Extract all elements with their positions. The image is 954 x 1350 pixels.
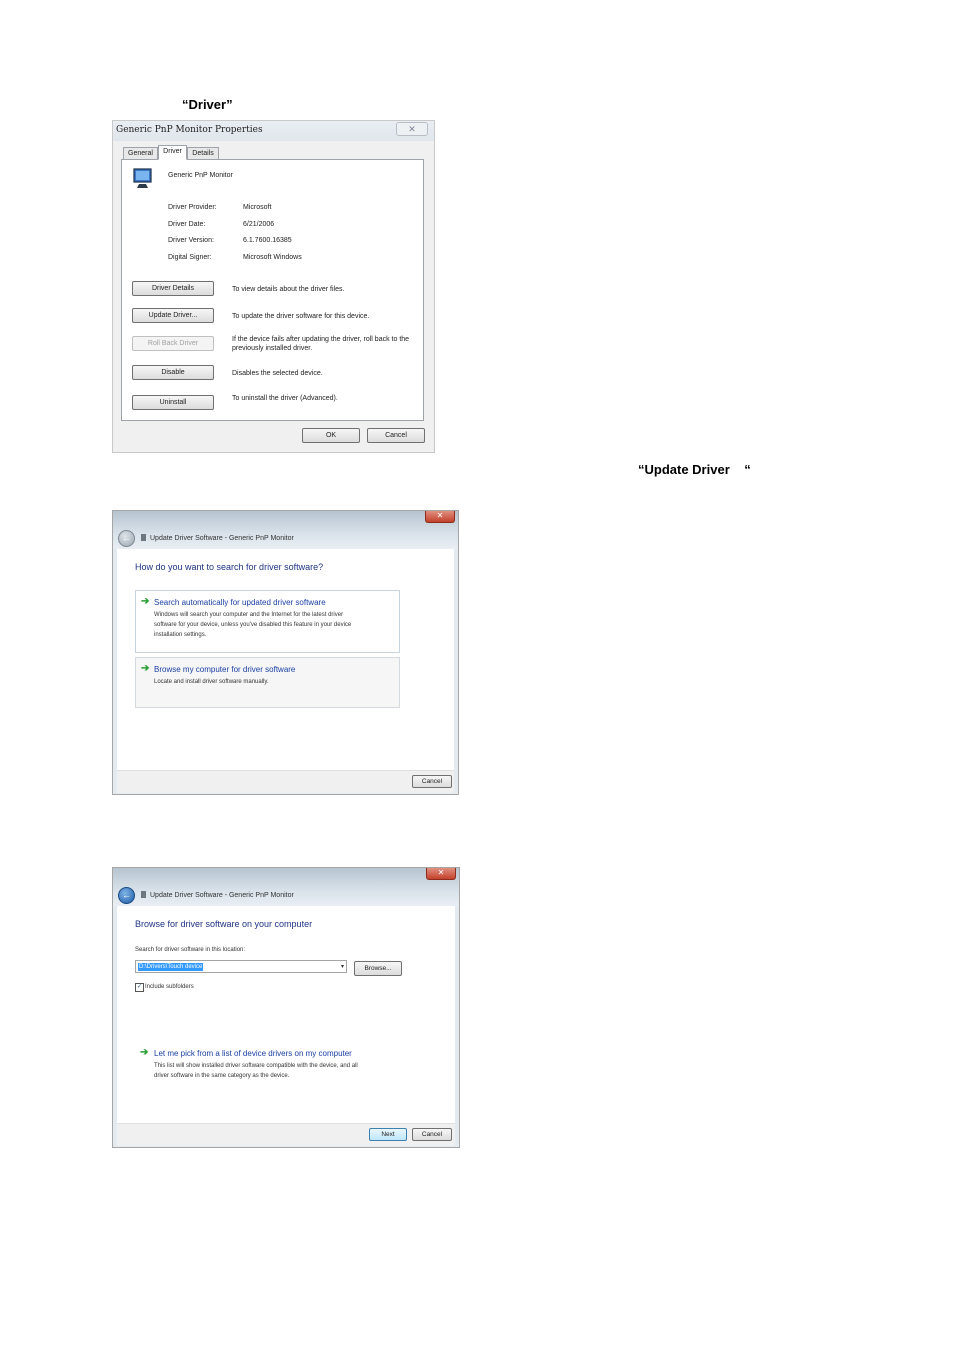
search-automatically-option[interactable]: ➔ Search automatically for updated drive… [135, 590, 400, 653]
back-arrow-icon[interactable]: ← [118, 530, 135, 547]
green-arrow-icon: ➔ [141, 663, 150, 674]
browse-button[interactable]: Browse... [354, 961, 402, 976]
option-description-line: installation settings. [154, 632, 207, 638]
dialog-title: Generic PnP Monitor Properties [116, 125, 263, 135]
wizard-footer: Cancel [117, 770, 454, 793]
update-wizard-browse: ✕ ← Update Driver Software - Generic PnP… [112, 867, 460, 1148]
include-subfolders-label: Include subfolders [145, 984, 194, 990]
driver-path-value: D:\Drivers\Touch device [138, 963, 204, 971]
driver-provider-value: Microsoft [243, 204, 272, 211]
close-button[interactable]: ✕ [425, 511, 455, 523]
close-button[interactable]: ✕ [426, 868, 456, 880]
green-arrow-icon: ➔ [141, 596, 150, 607]
device-name: Generic PnP Monitor [168, 172, 233, 179]
wizard-heading: Browse for driver software on your compu… [135, 919, 313, 929]
digital-signer-value: Microsoft Windows [243, 254, 302, 261]
title-bar [113, 868, 459, 906]
update-driver-button[interactable]: Update Driver... [132, 308, 214, 323]
digital-signer-label: Digital Signer: [168, 254, 212, 261]
update-driver-description: To update the driver software for this d… [232, 313, 370, 320]
monitor-icon [133, 168, 152, 188]
tab-driver[interactable]: Driver [158, 145, 187, 160]
cancel-button[interactable]: Cancel [412, 775, 452, 788]
driver-provider-label: Driver Provider: [168, 204, 217, 211]
back-arrow-icon[interactable]: ← [118, 887, 135, 904]
option-description-line: software for your device, unless you've … [154, 622, 352, 628]
wizard-footer: Next Cancel [117, 1123, 455, 1146]
driver-details-button[interactable]: Driver Details [132, 281, 214, 296]
cancel-button[interactable]: Cancel [412, 1128, 452, 1141]
caption-driver: “Driver” [182, 97, 233, 112]
wizard-title: Update Driver Software - Generic PnP Mon… [141, 534, 294, 542]
properties-dialog: Generic PnP Monitor Properties ✕ General… [112, 120, 435, 453]
uninstall-description: To uninstall the driver (Advanced). [232, 395, 338, 402]
wizard-content: Browse for driver software on your compu… [117, 906, 455, 1123]
driver-details-description: To view details about the driver files. [232, 286, 345, 293]
cancel-button[interactable]: Cancel [367, 428, 425, 443]
driver-version-label: Driver Version: [168, 237, 214, 244]
device-icon [141, 891, 146, 898]
device-icon [141, 534, 146, 541]
update-wizard-search: ✕ ← Update Driver Software - Generic PnP… [112, 510, 459, 795]
roll-back-driver-description: If the device fails after updating the d… [232, 336, 410, 352]
option-description-line: Locate and install driver software manua… [154, 679, 269, 685]
pick-from-list-link[interactable]: Let me pick from a list of device driver… [154, 1049, 352, 1058]
title-bar [113, 511, 458, 549]
driver-path-input[interactable]: D:\Drivers\Touch device ▾ [135, 960, 347, 973]
wizard-title-text: Update Driver Software - Generic PnP Mon… [150, 892, 294, 899]
dropdown-arrow-icon[interactable]: ▾ [341, 963, 344, 970]
driver-version-value: 6.1.7600.16385 [243, 237, 292, 244]
option-title: Search automatically for updated driver … [154, 598, 326, 607]
pick-description-line: This list will show installed driver sof… [154, 1063, 358, 1069]
ok-button[interactable]: OK [302, 428, 360, 443]
option-description-line: Windows will search your computer and th… [154, 612, 344, 618]
next-button[interactable]: Next [369, 1128, 407, 1141]
close-button[interactable]: ✕ [396, 122, 428, 136]
wizard-title-text: Update Driver Software - Generic PnP Mon… [150, 535, 294, 542]
browse-computer-option[interactable]: ➔ Browse my computer for driver software… [135, 657, 400, 708]
uninstall-button[interactable]: Uninstall [132, 395, 214, 410]
driver-date-label: Driver Date: [168, 221, 206, 228]
roll-back-driver-button: Roll Back Driver [132, 336, 214, 351]
caption-update-driver: “Update Driver “ [638, 462, 751, 477]
green-arrow-icon: ➔ [140, 1047, 149, 1058]
wizard-title: Update Driver Software - Generic PnP Mon… [141, 891, 294, 899]
title-bar: Generic PnP Monitor Properties ✕ [113, 121, 434, 141]
include-subfolders-checkbox[interactable]: ✓ [135, 983, 144, 992]
disable-button[interactable]: Disable [132, 365, 214, 380]
option-title: Browse my computer for driver software [154, 665, 296, 674]
disable-description: Disables the selected device. [232, 370, 323, 377]
wizard-heading: How do you want to search for driver sof… [135, 562, 324, 572]
wizard-content: How do you want to search for driver sof… [117, 549, 454, 770]
location-label: Search for driver software in this locat… [135, 947, 246, 953]
driver-date-value: 6/21/2006 [243, 221, 275, 228]
pick-description-line: driver software in the same category as … [154, 1073, 290, 1079]
